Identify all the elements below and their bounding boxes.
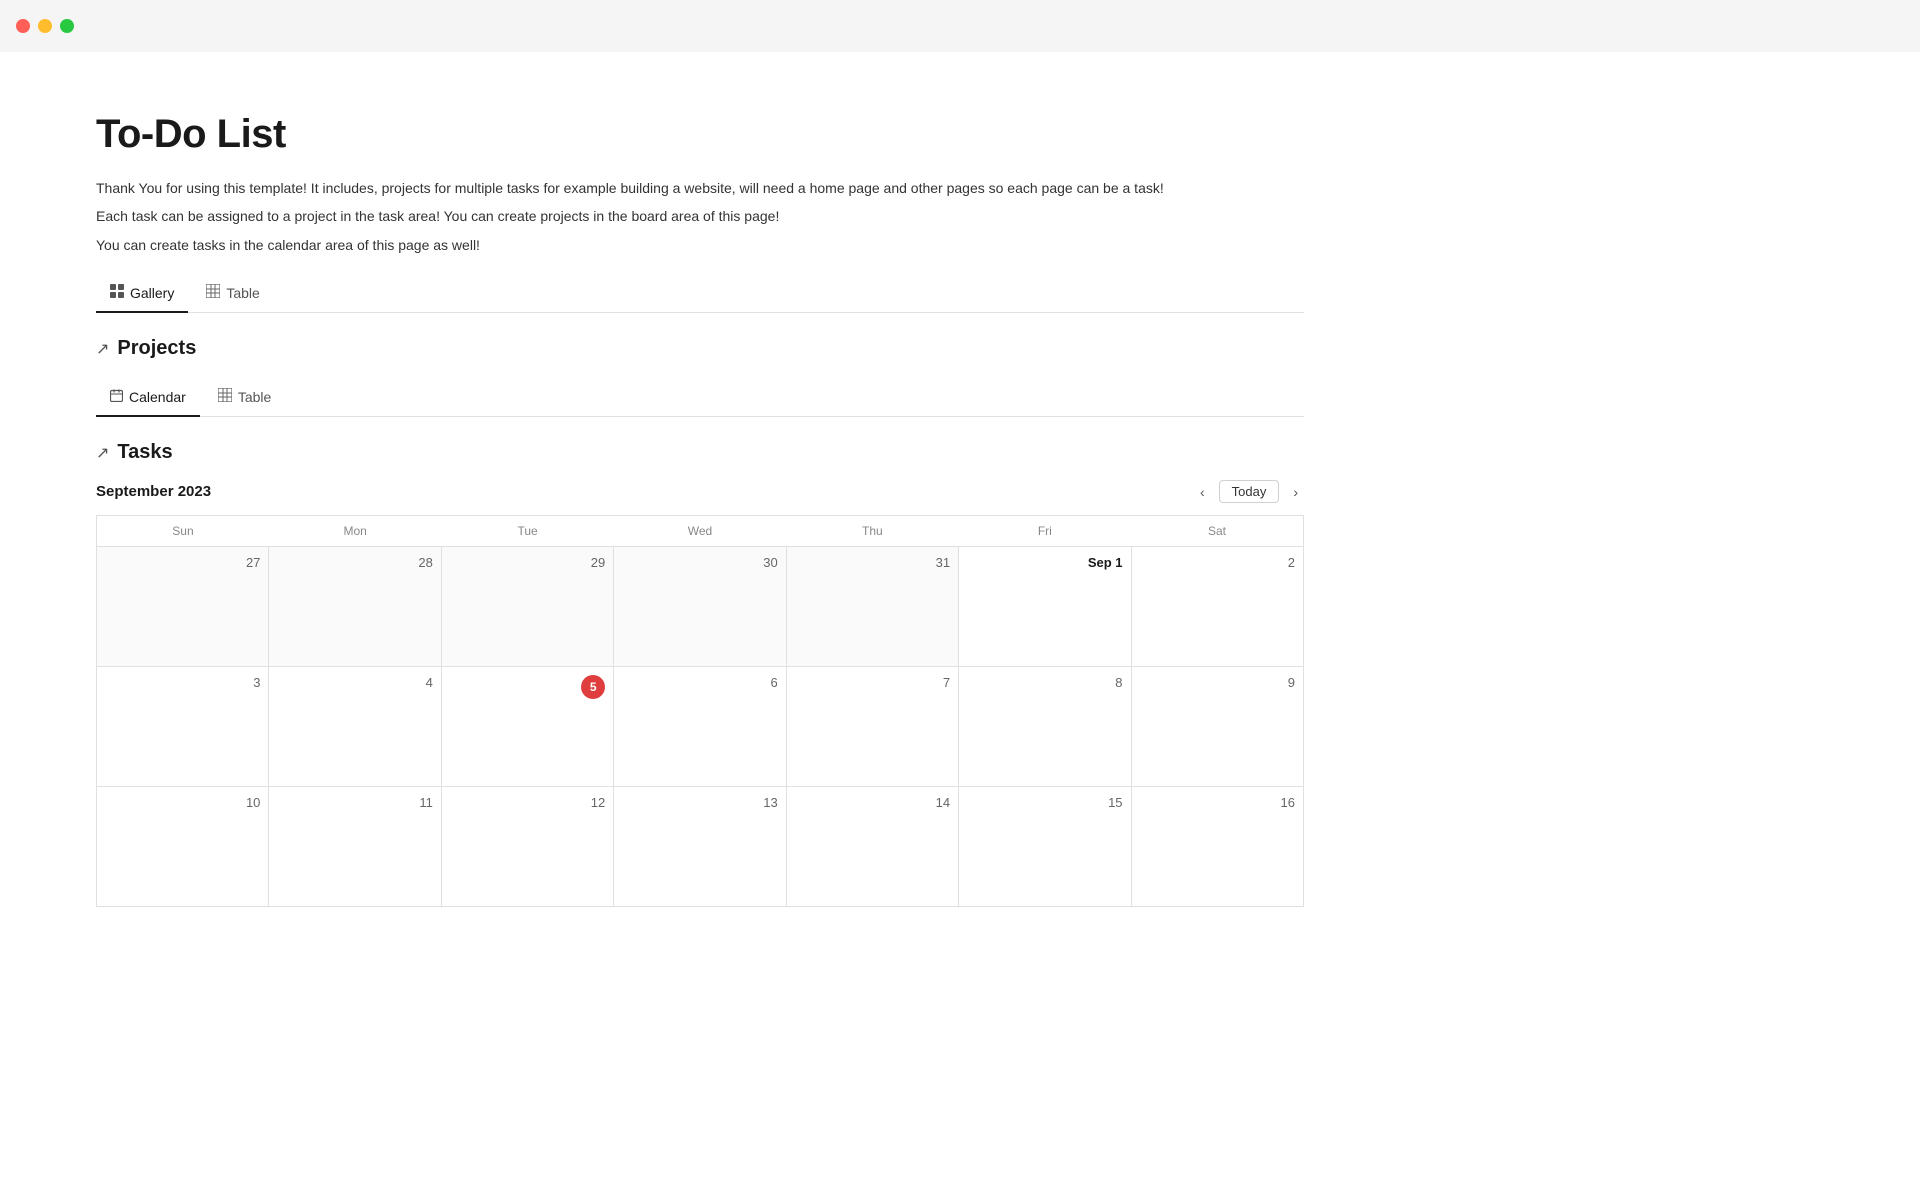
- day-header-sat: Sat: [1131, 516, 1303, 547]
- window-chrome: [0, 0, 1920, 52]
- calendar-container: September 2023 ‹ Today › Sun Mon Tue Wed…: [96, 480, 1304, 907]
- tasks-arrow-icon: ↗: [96, 443, 109, 463]
- tab-table-top[interactable]: Table: [192, 276, 273, 313]
- tab-gallery[interactable]: Gallery: [96, 276, 188, 313]
- projects-section-header: ↗ Projects: [96, 337, 1304, 360]
- day-number: 27: [105, 555, 260, 570]
- day-number: 6: [622, 675, 777, 690]
- day-number: 3: [105, 675, 260, 690]
- calendar-icon: [110, 389, 123, 405]
- calendar-prev-button[interactable]: ‹: [1194, 482, 1211, 502]
- calendar-today-button[interactable]: Today: [1219, 480, 1280, 503]
- day-number: 31: [795, 555, 950, 570]
- day-number: 7: [795, 675, 950, 690]
- table-icon-projects: [218, 388, 232, 405]
- calendar-day-cell[interactable]: 13: [614, 787, 786, 907]
- calendar-day-cell[interactable]: 12: [441, 787, 613, 907]
- day-number: 12: [450, 795, 605, 810]
- day-number: 28: [277, 555, 432, 570]
- tab-gallery-label: Gallery: [130, 285, 174, 301]
- tasks-title: Tasks: [117, 441, 172, 464]
- calendar-day-cell[interactable]: 9: [1131, 667, 1303, 787]
- day-number: 30: [622, 555, 777, 570]
- day-number: 14: [795, 795, 950, 810]
- day-number: 4: [277, 675, 432, 690]
- tab-table-projects-label: Table: [238, 389, 271, 405]
- day-number: 29: [450, 555, 605, 570]
- day-number: 9: [1140, 675, 1295, 690]
- tasks-section-header: ↗ Tasks: [96, 441, 1304, 464]
- calendar-day-cell[interactable]: 2: [1131, 547, 1303, 667]
- calendar-day-cell[interactable]: 10: [97, 787, 269, 907]
- description-2: Each task can be assigned to a project i…: [96, 205, 1304, 227]
- calendar-day-cell[interactable]: 28: [269, 547, 441, 667]
- calendar-nav: ‹ Today ›: [1194, 480, 1304, 503]
- day-number: 13: [622, 795, 777, 810]
- calendar-day-cell[interactable]: 30: [614, 547, 786, 667]
- tab-calendar[interactable]: Calendar: [96, 380, 200, 417]
- calendar-month-title: September 2023: [96, 483, 211, 500]
- projects-arrow-icon: ↗: [96, 339, 109, 359]
- table-icon-top: [206, 284, 220, 301]
- calendar-day-cell[interactable]: Sep 1: [959, 547, 1131, 667]
- page-title: To-Do List: [96, 112, 1304, 157]
- day-number: 15: [967, 795, 1122, 810]
- day-number: 2: [1140, 555, 1295, 570]
- tab-table-top-label: Table: [226, 285, 259, 301]
- day-number: 8: [967, 675, 1122, 690]
- calendar-day-cell[interactable]: 14: [786, 787, 958, 907]
- calendar-day-cell[interactable]: 3: [97, 667, 269, 787]
- calendar-day-cell[interactable]: 29: [441, 547, 613, 667]
- calendar-grid: Sun Mon Tue Wed Thu Fri Sat 2728293031Se…: [96, 515, 1304, 907]
- calendar-header: September 2023 ‹ Today ›: [96, 480, 1304, 503]
- calendar-day-cell[interactable]: 6: [614, 667, 786, 787]
- tab-calendar-label: Calendar: [129, 389, 186, 405]
- gallery-icon: [110, 284, 124, 301]
- calendar-day-cell[interactable]: 31: [786, 547, 958, 667]
- calendar-week-row: 27 28 29 30 31 Sep 1 2: [97, 547, 1304, 667]
- day-header-fri: Fri: [959, 516, 1131, 547]
- calendar-week-row: 3 4 5 6 7 8 9: [97, 667, 1304, 787]
- tab-table-projects[interactable]: Table: [204, 380, 285, 417]
- main-content: To-Do List Thank You for using this temp…: [0, 52, 1400, 967]
- projects-tabs: Calendar Table: [96, 380, 1304, 417]
- day-header-wed: Wed: [614, 516, 786, 547]
- calendar-week-row: 10 11 12 13 14 15 16: [97, 787, 1304, 907]
- projects-title: Projects: [117, 337, 196, 360]
- maximize-button[interactable]: [60, 19, 74, 33]
- description-1: Thank You for using this template! It in…: [96, 177, 1304, 199]
- calendar-day-headers: Sun Mon Tue Wed Thu Fri Sat: [97, 516, 1304, 547]
- calendar-day-cell[interactable]: 11: [269, 787, 441, 907]
- day-number: 11: [277, 795, 432, 810]
- day-number: 10: [105, 795, 260, 810]
- close-button[interactable]: [16, 19, 30, 33]
- calendar-day-cell[interactable]: 4: [269, 667, 441, 787]
- day-header-sun: Sun: [97, 516, 269, 547]
- today-number: 5: [581, 675, 605, 699]
- calendar-day-cell[interactable]: 27: [97, 547, 269, 667]
- calendar-day-cell[interactable]: 8: [959, 667, 1131, 787]
- minimize-button[interactable]: [38, 19, 52, 33]
- day-number: 16: [1140, 795, 1295, 810]
- day-header-tue: Tue: [441, 516, 613, 547]
- calendar-day-cell[interactable]: 7: [786, 667, 958, 787]
- top-tabs: Gallery Table: [96, 276, 1304, 313]
- calendar-day-cell[interactable]: 5: [441, 667, 613, 787]
- day-header-mon: Mon: [269, 516, 441, 547]
- day-number: Sep 1: [967, 555, 1122, 570]
- calendar-next-button[interactable]: ›: [1287, 482, 1304, 502]
- calendar-day-cell[interactable]: 16: [1131, 787, 1303, 907]
- description-3: You can create tasks in the calendar are…: [96, 234, 1304, 256]
- calendar-day-cell[interactable]: 15: [959, 787, 1131, 907]
- day-header-thu: Thu: [786, 516, 958, 547]
